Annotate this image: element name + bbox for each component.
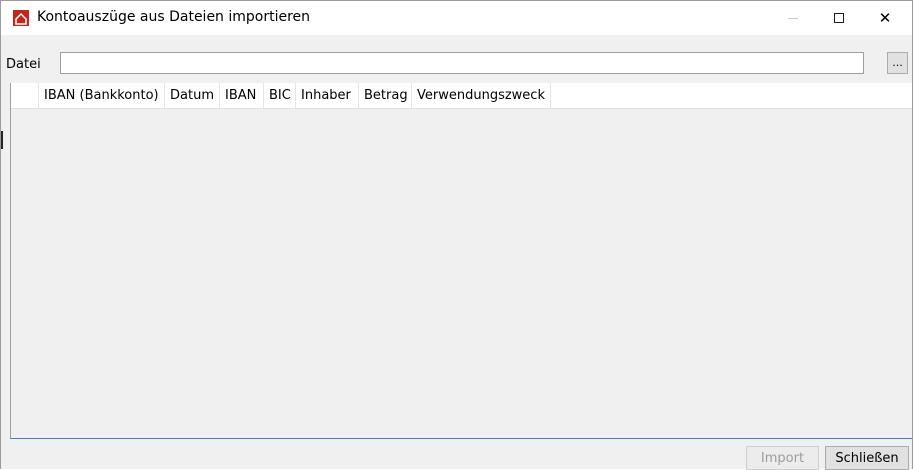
window-title: Kontoauszüge aus Dateien importieren: [37, 9, 311, 25]
close-window-button[interactable]: ✕: [862, 1, 908, 35]
grid-header: IBAN (Bankkonto) Datum IBAN BIC Inhaber …: [11, 83, 912, 109]
file-label: Datei: [6, 57, 41, 72]
column-header-bic[interactable]: BIC: [264, 83, 296, 108]
house-app-icon: [13, 10, 29, 26]
resize-edge-marker: [1, 131, 3, 149]
close-button[interactable]: Schließen: [825, 446, 909, 470]
column-header-iban[interactable]: IBAN: [220, 83, 264, 108]
row-header-corner[interactable]: [11, 83, 39, 108]
statement-grid[interactable]: IBAN (Bankkonto) Datum IBAN BIC Inhaber …: [10, 83, 912, 439]
close-icon: ✕: [878, 9, 892, 27]
column-header-verwendungszweck[interactable]: Verwendungszweck: [412, 83, 551, 108]
file-path-input[interactable]: [60, 52, 864, 74]
file-row: Datei ...: [1, 35, 912, 75]
column-header-datum[interactable]: Datum: [165, 83, 220, 108]
browse-button[interactable]: ...: [887, 52, 908, 74]
maximize-button[interactable]: [816, 1, 862, 35]
maximize-icon: [834, 13, 844, 23]
import-button[interactable]: Import: [746, 446, 819, 470]
title-bar: Kontoauszüge aus Dateien importieren ✕: [1, 1, 912, 35]
dialog-footer: Import Schließen: [1, 439, 912, 470]
minimize-icon: [788, 17, 798, 19]
column-header-iban-bankkonto[interactable]: IBAN (Bankkonto): [39, 83, 165, 108]
minimize-button[interactable]: [770, 1, 816, 35]
import-dialog-window: Kontoauszüge aus Dateien importieren ✕ D…: [0, 0, 913, 470]
column-header-inhaber[interactable]: Inhaber: [296, 83, 359, 108]
column-header-betrag[interactable]: Betrag: [359, 83, 412, 108]
